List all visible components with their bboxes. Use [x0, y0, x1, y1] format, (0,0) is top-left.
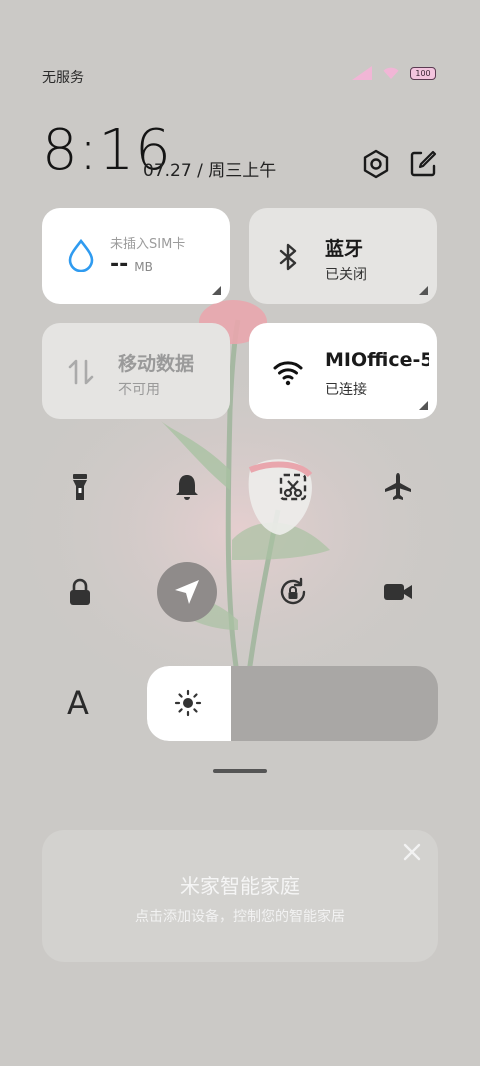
- airplane-icon: [385, 473, 411, 500]
- tile-expand-indicator: [419, 401, 428, 410]
- wifi-network-name: MIOffice-5G: [325, 349, 429, 371]
- tile-expand-indicator: [419, 286, 428, 295]
- data-usage-value: -- MB: [110, 252, 153, 277]
- wifi-icon: [273, 361, 303, 386]
- tile-expand-indicator: [212, 286, 221, 295]
- screen-record-toggle[interactable]: [368, 562, 428, 622]
- rotation-lock-icon: [280, 577, 306, 605]
- airplane-toggle[interactable]: [368, 457, 428, 517]
- edit-icon[interactable]: [407, 148, 439, 180]
- flashlight-icon: [73, 474, 87, 500]
- lock-screen-toggle[interactable]: [50, 562, 110, 622]
- wifi-status-icon: [383, 67, 399, 79]
- flashlight-toggle[interactable]: [50, 457, 110, 517]
- sim-status-label: 未插入SIM卡: [110, 237, 186, 252]
- drag-handle[interactable]: [213, 769, 267, 773]
- location-icon: [175, 580, 199, 604]
- bell-icon: [176, 475, 198, 500]
- close-icon[interactable]: [402, 842, 422, 862]
- data-usage-unit: MB: [134, 260, 153, 274]
- bluetooth-status: 已关闭: [325, 267, 367, 283]
- wifi-tile[interactable]: MIOffice-5G 已连接: [249, 323, 437, 419]
- battery-indicator: 100: [410, 66, 436, 80]
- data-usage-tile[interactable]: 未插入SIM卡 -- MB: [42, 208, 230, 304]
- signal-icon: [352, 66, 372, 80]
- mobile-data-status: 不可用: [118, 382, 160, 398]
- lock-icon: [70, 578, 90, 605]
- settings-icon[interactable]: [360, 148, 392, 180]
- sun-icon: [174, 689, 202, 717]
- bluetooth-tile[interactable]: 蓝牙 已关闭: [249, 208, 437, 304]
- bluetooth-icon: [279, 243, 297, 271]
- date: 07.27 / 周三上午: [143, 161, 277, 181]
- screenshot-icon: [279, 473, 307, 501]
- mobile-data-tile[interactable]: 移动数据 不可用: [42, 323, 230, 419]
- mijia-smart-home-card[interactable]: 米家智能家庭 点击添加设备，控制您的智能家居: [42, 830, 438, 962]
- water-drop-icon: [68, 238, 94, 272]
- video-camera-icon: [384, 584, 412, 600]
- rotation-lock-toggle[interactable]: [263, 562, 323, 622]
- mobile-data-title: 移动数据: [118, 353, 195, 375]
- bluetooth-title: 蓝牙: [325, 238, 364, 260]
- carrier-status: 无服务: [42, 70, 84, 86]
- location-toggle[interactable]: [157, 562, 217, 622]
- wifi-status: 已连接: [325, 382, 367, 398]
- font-size-label[interactable]: A: [67, 684, 89, 722]
- mobile-data-icon: [68, 359, 94, 385]
- status-icons: 100: [352, 66, 436, 80]
- mijia-title: 米家智能家庭: [180, 874, 300, 898]
- silent-toggle[interactable]: [157, 457, 217, 517]
- brightness-slider[interactable]: [147, 666, 438, 741]
- screenshot-toggle[interactable]: [263, 457, 323, 517]
- mijia-subtitle: 点击添加设备，控制您的智能家居: [135, 909, 345, 925]
